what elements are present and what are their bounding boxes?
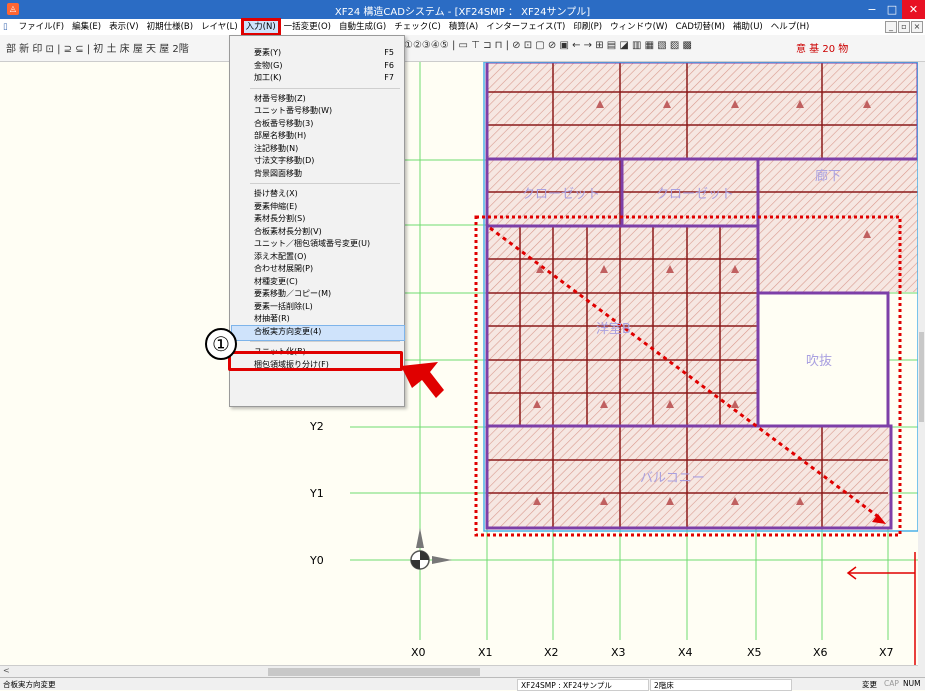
dropdown-menu-item[interactable]: 材抽著(R) [254,313,290,325]
menu-item[interactable]: 自動生成(G) [335,19,390,35]
menu-item[interactable]: 初期仕様(B) [143,19,197,35]
mdi-minimize-button[interactable]: _ [885,21,897,33]
dropdown-menu-item[interactable]: 合板素材長分割(V) [254,226,322,238]
status-num: NUM [903,679,921,688]
floor-panels [487,62,918,528]
dropdown-menu-item[interactable]: 材種変更(C) [254,276,298,288]
document-icon: ▯ [3,22,8,32]
vertical-scrollbar[interactable] [918,62,925,677]
menu-item[interactable]: ファイル(F) [15,19,69,35]
menu-separator [250,341,400,342]
highlight-box [228,351,403,371]
dropdown-menu-item[interactable]: 背景図面移動 [254,168,302,180]
pointer-arrow-icon [401,362,444,398]
grid-label-x4: X4 [678,646,693,659]
menu-shortcut: F5 [384,48,394,57]
dropdown-menu-item[interactable]: 合板番号移動(3) [254,118,313,130]
menu-item[interactable]: レイヤ(L) [197,19,242,35]
vertical-scroll-thumb[interactable] [919,332,924,422]
menu-item[interactable]: 補助(U) [729,19,767,35]
menu-item[interactable]: CAD切替(M) [672,19,729,35]
dropdown-menu-item[interactable]: ユニット／梱包領域番号変更(U) [254,238,370,250]
room-label: 吹抜 [806,354,833,369]
grid-label-x3: X3 [611,646,626,659]
menu-item[interactable]: 一括変更(O) [280,19,335,35]
room-label: クローゼット [656,187,735,202]
status-mode: 変更 [862,680,877,689]
step-marker: ① [205,328,237,360]
dropdown-menu-item[interactable]: 掛け替え(X) [254,188,298,200]
menu-item[interactable]: 編集(E) [68,19,105,35]
grid-label-x6: X6 [813,646,828,659]
status-command: 合板実方向変更 [3,680,56,689]
menu-item[interactable]: 積算(A) [445,19,482,35]
minimize-button[interactable]: − [862,0,882,19]
dropdown-menu-item[interactable]: 要素(Y) [254,47,281,59]
status-floor-box: 2階床 [650,679,792,691]
room-label: バルコニー [640,471,705,486]
mdi-restore-button[interactable]: ▫ [898,21,910,33]
menu-item[interactable]: チェック(C) [390,19,445,35]
grid-label-y1: Y1 [310,487,324,500]
dropdown-menu-item[interactable]: 部屋名移動(H) [254,130,306,142]
scroll-left-arrow-icon[interactable]: < [3,666,10,675]
grid-label-x2: X2 [544,646,559,659]
menu-bar: ▯ ファイル(F) 編集(E) 表示(V) 初期仕様(B) レイヤ(L) 入力(N) 一括変… [0,18,925,36]
mdi-close-button[interactable]: × [911,21,923,33]
room-label: 廊下 [815,169,842,184]
dropdown-menu-item[interactable]: 注記移動(N) [254,143,298,155]
dropdown-menu-item[interactable]: 材番号移動(Z) [254,93,306,105]
grid-label-x1: X1 [478,646,493,659]
title-bar: ◬ XF24 構造CADシステム - [XF24SMP ： XF24サンプル] … [0,0,925,19]
floor-plan-drawing [350,62,918,665]
menu-shortcut: F7 [384,73,394,82]
toolbar-right-buttons[interactable]: 意 基 20 物 [796,40,848,55]
drawing-canvas[interactable]: クローゼット クローゼット 廊下 洋室B 吹抜 バルコニー Y2 Y1 Y0 X… [0,62,918,665]
window-title: XF24 構造CADシステム - [XF24SMP ： XF24サンプル] [334,7,591,18]
status-floor: 2階床 [654,681,674,690]
mdi-window-controls: _ ▫ × [884,21,923,33]
dropdown-menu-item[interactable]: 素材長分割(S) [254,213,305,225]
dropdown-menu-item[interactable]: 要素一括削除(L) [254,301,313,313]
dropdown-menu-item[interactable]: 金物(G) [254,60,282,72]
menu-item[interactable]: ウィンドウ(W) [606,19,672,35]
dropdown-menu-item[interactable]: 合わせ材展開(P) [254,263,313,275]
status-file-box: XF24SMP : XF24サンプル [517,679,649,691]
toolbar-left-buttons[interactable]: 部 新 印 ⊡ | ⊇ ⊆ | 初 土 床 屋 天 屋 2階 [6,40,189,55]
menu-item[interactable]: 入力(N) [240,18,281,36]
menu-item[interactable]: 表示(V) [105,19,142,35]
grid-label-x7: X7 [879,646,894,659]
maximize-button[interactable]: □ [882,0,902,19]
dropdown-menu-item[interactable]: 合板実方向変更(4) [254,326,321,338]
grid-label-x0: X0 [411,646,426,659]
dropdown-menu-item[interactable]: 要素移動／コピー(M) [254,288,331,300]
room-label: 洋室B [596,322,631,337]
dropdown-menu-item[interactable]: 寸法文字移動(D) [254,155,314,167]
dropdown-menu-item[interactable]: ユニット番号移動(W) [254,105,332,117]
dropdown-menu-item[interactable]: 添え木配置(O) [254,251,307,263]
horizontal-scroll-thumb[interactable] [268,668,480,676]
dropdown-menu-item[interactable]: 要素伸縮(E) [254,201,297,213]
menu-item[interactable]: 印刷(P) [569,19,606,35]
grid-label-x5: X5 [747,646,762,659]
close-button[interactable]: ✕ [902,0,925,19]
status-caps: CAP [884,679,899,688]
menu-separator [250,183,400,184]
menu-separator [250,87,400,89]
menu-shortcut: F6 [384,60,394,70]
menu-item[interactable]: ヘルプ(H) [767,19,814,35]
status-bar: 合板実方向変更 XF24SMP : XF24サンプル 2階床 変更 CAP NU… [0,677,925,691]
origin-marker-icon [410,528,452,570]
menu-item[interactable]: インターフェイス(T) [482,19,569,35]
grid-label-y2: Y2 [310,420,324,433]
room-label: クローゼット [522,187,601,202]
dropdown-menu-item[interactable]: 加工(K) [254,72,282,84]
toolbar-mid-buttons[interactable]: ①②③④⑤ | ▭ ⊤ ⊐ ⊓ | ⊘ ⊡ ▢ ⊘ ▣ ← → ⊞ ▤ ◪ ▥ … [404,40,692,51]
grid-label-y0: Y0 [310,554,324,567]
status-file: XF24SMP : XF24サンプル [521,681,612,690]
